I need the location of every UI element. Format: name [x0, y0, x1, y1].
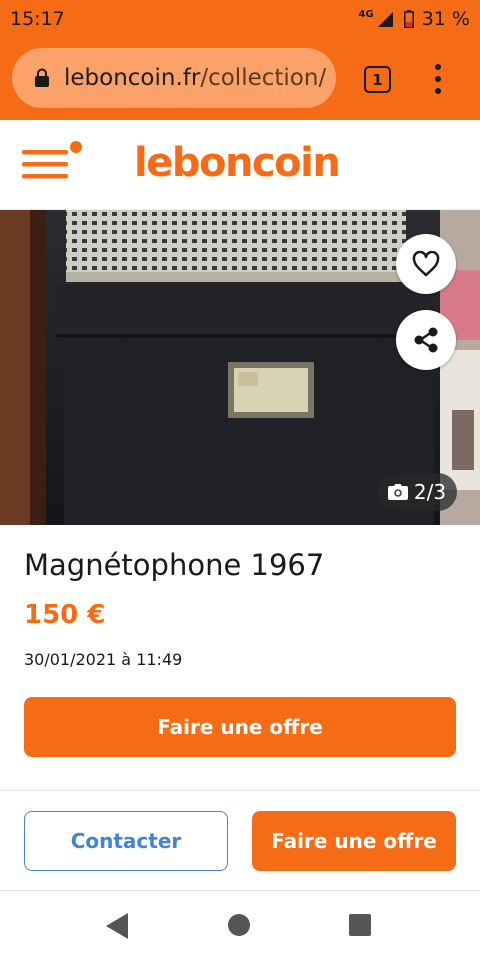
- hamburger-menu-icon[interactable]: [22, 140, 84, 186]
- site-logo[interactable]: leboncoin: [134, 140, 341, 186]
- favorite-button[interactable]: [396, 234, 456, 294]
- recents-icon[interactable]: [349, 914, 371, 936]
- home-icon[interactable]: [228, 914, 250, 936]
- url-path: /collection/: [200, 65, 327, 91]
- listing-date: 30/01/2021 à 11:49: [24, 650, 183, 669]
- network-type-label: 4G: [358, 8, 374, 20]
- menu-dots-icon[interactable]: [428, 64, 448, 94]
- photo-counter: 2/3: [377, 473, 457, 511]
- listing-title: Magnétophone 1967: [24, 548, 325, 582]
- status-bar: 15:17 4G 31 %: [0, 0, 480, 38]
- make-offer-button[interactable]: Faire une offre: [24, 697, 456, 757]
- contact-button[interactable]: Contacter: [24, 811, 228, 871]
- battery-percent: 31 %: [421, 8, 470, 30]
- heart-icon: [412, 251, 440, 277]
- lock-icon: [35, 68, 49, 87]
- make-offer-bottom-button[interactable]: Faire une offre: [252, 811, 456, 871]
- status-time: 15:17: [10, 8, 65, 30]
- tab-count: 1: [372, 70, 383, 89]
- listing-price: 150 €: [24, 600, 106, 630]
- share-icon: [414, 327, 438, 353]
- bottom-action-bar: Contacter Faire une offre: [0, 790, 480, 890]
- signal-icon: [377, 12, 393, 27]
- tab-switcher-button[interactable]: 1: [364, 66, 391, 93]
- back-icon[interactable]: [106, 913, 130, 939]
- url-bar[interactable]: leboncoin.fr/collection/: [12, 48, 336, 108]
- photo-counter-text: 2/3: [413, 480, 447, 504]
- url-text: leboncoin.fr/collection/: [64, 65, 326, 91]
- camera-icon: [387, 484, 408, 500]
- system-nav-bar: [0, 890, 480, 960]
- browser-toolbar: leboncoin.fr/collection/ 1: [0, 38, 480, 120]
- share-button[interactable]: [396, 310, 456, 370]
- status-indicators: 4G 31 %: [359, 8, 470, 30]
- site-header: leboncoin: [0, 120, 480, 210]
- url-domain: leboncoin.fr: [64, 65, 201, 91]
- battery-icon: [403, 10, 414, 28]
